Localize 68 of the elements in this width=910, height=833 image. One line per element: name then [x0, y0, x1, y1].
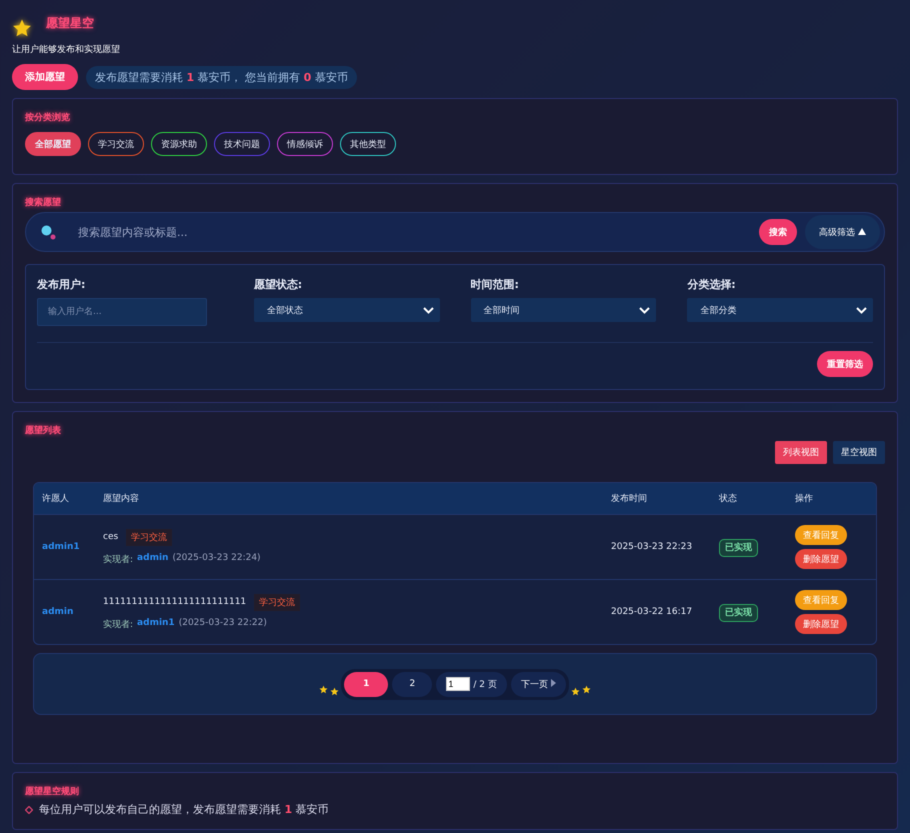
section-title: 愿望列表: [25, 424, 62, 437]
chevron-down-icon: [856, 306, 867, 314]
filter-label: 愿望状态:: [254, 277, 304, 292]
category-chip[interactable]: 其他类型: [340, 132, 396, 156]
realizer-link[interactable]: admin: [137, 552, 168, 566]
realizer-link[interactable]: admin1: [137, 618, 175, 630]
category-chip[interactable]: 技术问题: [214, 132, 270, 156]
filter-label: 时间范围:: [470, 277, 520, 292]
category-tag: 学习交流: [254, 594, 300, 610]
category-chip[interactable]: 学习交流: [88, 132, 144, 156]
filter-label: 发布用户:: [37, 277, 86, 292]
page-number-field[interactable]: 1: [446, 677, 470, 691]
page-button[interactable]: 1: [344, 672, 388, 696]
caret-right-icon: [550, 678, 556, 686]
search-icon: [40, 224, 56, 240]
user-link[interactable]: admin: [42, 607, 103, 617]
diamond-icon: [25, 806, 33, 814]
page-button[interactable]: 2: [392, 672, 432, 696]
wish-text: ces: [103, 532, 118, 542]
category-chip[interactable]: 资源求助: [151, 132, 207, 156]
filter-dropdown[interactable]: 全部分类: [687, 298, 873, 322]
publish-time: 2025-03-22 16:17: [611, 607, 694, 617]
chevron-down-icon: [639, 306, 650, 314]
column-header: 状态: [719, 492, 738, 505]
filter-dropdown[interactable]: 全部时间: [470, 298, 656, 322]
column-header: 愿望内容: [103, 492, 140, 505]
realized-time: (2025-03-23 22:22): [178, 618, 267, 630]
search-field[interactable]: 搜索愿望内容或标题... 搜索 高级筛选: [25, 212, 885, 252]
advanced-filter-button[interactable]: 高级筛选: [805, 215, 880, 249]
search-button[interactable]: 搜索: [759, 219, 798, 245]
delete-wish-button[interactable]: 删除愿望: [795, 614, 847, 634]
user-link[interactable]: admin1: [42, 542, 103, 552]
rule-text: 每位用户可以发布自己的愿望，发布愿望需要消耗 1 慕安币: [39, 802, 329, 817]
view-tab[interactable]: 列表视图: [775, 441, 827, 464]
view-tab[interactable]: 星空视图: [833, 441, 885, 464]
filter-dropdown[interactable]: 全部状态: [254, 298, 440, 322]
category-chip[interactable]: 情感倾诉: [277, 132, 333, 156]
realizer-label: 实现者:: [103, 554, 134, 566]
delete-wish-button[interactable]: 删除愿望: [795, 549, 847, 569]
next-page-button[interactable]: 下一页: [510, 672, 566, 696]
chevron-down-icon: [422, 306, 434, 314]
username-field[interactable]: 输入用户名...: [37, 298, 207, 326]
publish-time: 2025-03-23 22:23: [611, 542, 694, 552]
realizer-label: 实现者:: [103, 618, 134, 630]
realized-time: (2025-03-23 22:24): [172, 552, 261, 564]
add-wish-button[interactable]: 添加愿望: [12, 64, 78, 90]
status-badge: 已实现: [719, 604, 758, 622]
column-header: 许愿人: [42, 492, 70, 505]
page-subtitle: 让用户能够发布和实现愿望: [12, 44, 121, 56]
star-icon: [12, 18, 32, 38]
section-title: 按分类浏览: [25, 111, 71, 124]
wish-text: 1111111111111111111111111: [103, 597, 246, 607]
reset-filter-button[interactable]: 重置筛选: [817, 351, 873, 377]
coin-notice: 发布愿望需要消耗 1 慕安币， 您当前拥有 0 慕安币: [86, 66, 357, 88]
category-tag: 学习交流: [126, 528, 172, 546]
star-icon: [330, 686, 340, 696]
star-icon: [582, 684, 591, 694]
page-total: / 2 页: [473, 678, 497, 690]
star-icon: [319, 684, 328, 694]
star-icon: [570, 686, 580, 696]
column-header: 操作: [795, 492, 814, 505]
page-title: 愿望星空: [46, 15, 94, 32]
status-badge: 已实现: [719, 538, 758, 556]
column-header: 发布时间: [611, 492, 648, 505]
category-chip[interactable]: 全部愿望: [25, 132, 81, 156]
section-title: 愿望星空规则: [25, 785, 80, 798]
filter-label: 分类选择:: [687, 277, 737, 292]
section-title: 搜索愿望: [25, 196, 62, 209]
